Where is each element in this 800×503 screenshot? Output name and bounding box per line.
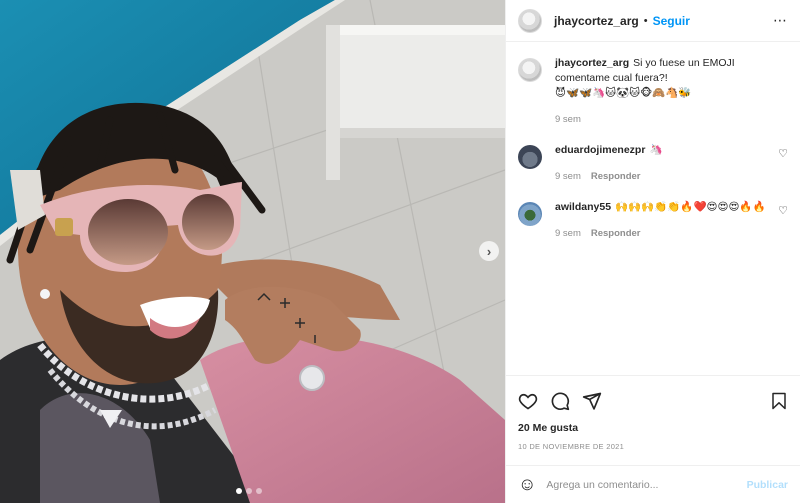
like-heart-icon[interactable] [518, 391, 538, 411]
caption-emojis: 😈🦋🦋🦄🐱🐼🐱🐵🙈🐴🐝 [555, 87, 692, 99]
next-slide-button[interactable]: › [479, 241, 499, 261]
comment-icon[interactable] [550, 391, 570, 411]
comment-item: awildany55 🙌🙌🙌👏👏🔥❤️😍😍😍🔥🔥 9 sem Responder ♡ [518, 200, 788, 241]
comment-time[interactable]: 9 sem [555, 228, 581, 239]
chevron-right-icon: › [486, 243, 492, 259]
header-username[interactable]: jhaycortez_arg [554, 14, 639, 28]
comments-list: jhaycortez_arg Si yo fuese un EMOJI comen… [506, 42, 800, 375]
avatar[interactable] [518, 58, 542, 82]
likes-count[interactable]: 20 Me gusta [518, 422, 788, 434]
post-sidebar: jhaycortez_arg • Seguir ⋯ jhaycortez_arg… [505, 0, 800, 503]
comment-text: 🦄 [649, 144, 663, 156]
caption: jhaycortez_arg Si yo fuese un EMOJI comen… [518, 56, 788, 127]
like-comment-heart-icon[interactable]: ♡ [778, 147, 788, 160]
avatar[interactable] [518, 202, 542, 226]
instagram-post: › jhaycortez_arg • Seguir ⋯ jhaycortez_a… [0, 0, 800, 503]
post-actions: 20 Me gusta 10 DE NOVIEMBRE DE 2021 [506, 375, 800, 451]
reply-button[interactable]: Responder [591, 171, 641, 182]
comment-time[interactable]: 9 sem [555, 171, 581, 182]
reply-button[interactable]: Responder [591, 228, 641, 239]
post-date[interactable]: 10 DE NOVIEMBRE DE 2021 [518, 442, 788, 451]
caption-time[interactable]: 9 sem [555, 114, 581, 125]
carousel-dot [256, 488, 262, 494]
comment-composer: ☺ Publicar [506, 465, 800, 503]
bookmark-icon[interactable] [770, 391, 788, 411]
carousel-indicator [236, 488, 262, 494]
avatar[interactable] [518, 8, 542, 33]
header-separator: • [643, 14, 648, 27]
follow-button[interactable]: Seguir [653, 14, 690, 28]
avatar[interactable] [518, 145, 542, 169]
publish-button[interactable]: Publicar [747, 479, 788, 491]
comment-input[interactable] [546, 478, 747, 491]
post-header: jhaycortez_arg • Seguir ⋯ [506, 0, 800, 42]
emoji-icon[interactable]: ☺ [518, 474, 536, 495]
comment-text: 🙌🙌🙌👏👏🔥❤️😍😍😍🔥🔥 [615, 201, 766, 213]
post-photo[interactable]: › [0, 0, 505, 503]
comment-username[interactable]: awildany55 [555, 201, 611, 213]
comment-item: eduardojimenezpr 🦄 9 sem Responder ♡ [518, 143, 788, 184]
more-options-icon[interactable]: ⋯ [773, 12, 788, 29]
share-icon[interactable] [582, 391, 602, 411]
comment-username[interactable]: eduardojimenezpr [555, 144, 645, 156]
like-comment-heart-icon[interactable]: ♡ [778, 204, 788, 217]
selfie-image [0, 0, 505, 503]
carousel-dot [246, 488, 252, 494]
carousel-dot [236, 488, 242, 494]
caption-username[interactable]: jhaycortez_arg [555, 57, 629, 69]
